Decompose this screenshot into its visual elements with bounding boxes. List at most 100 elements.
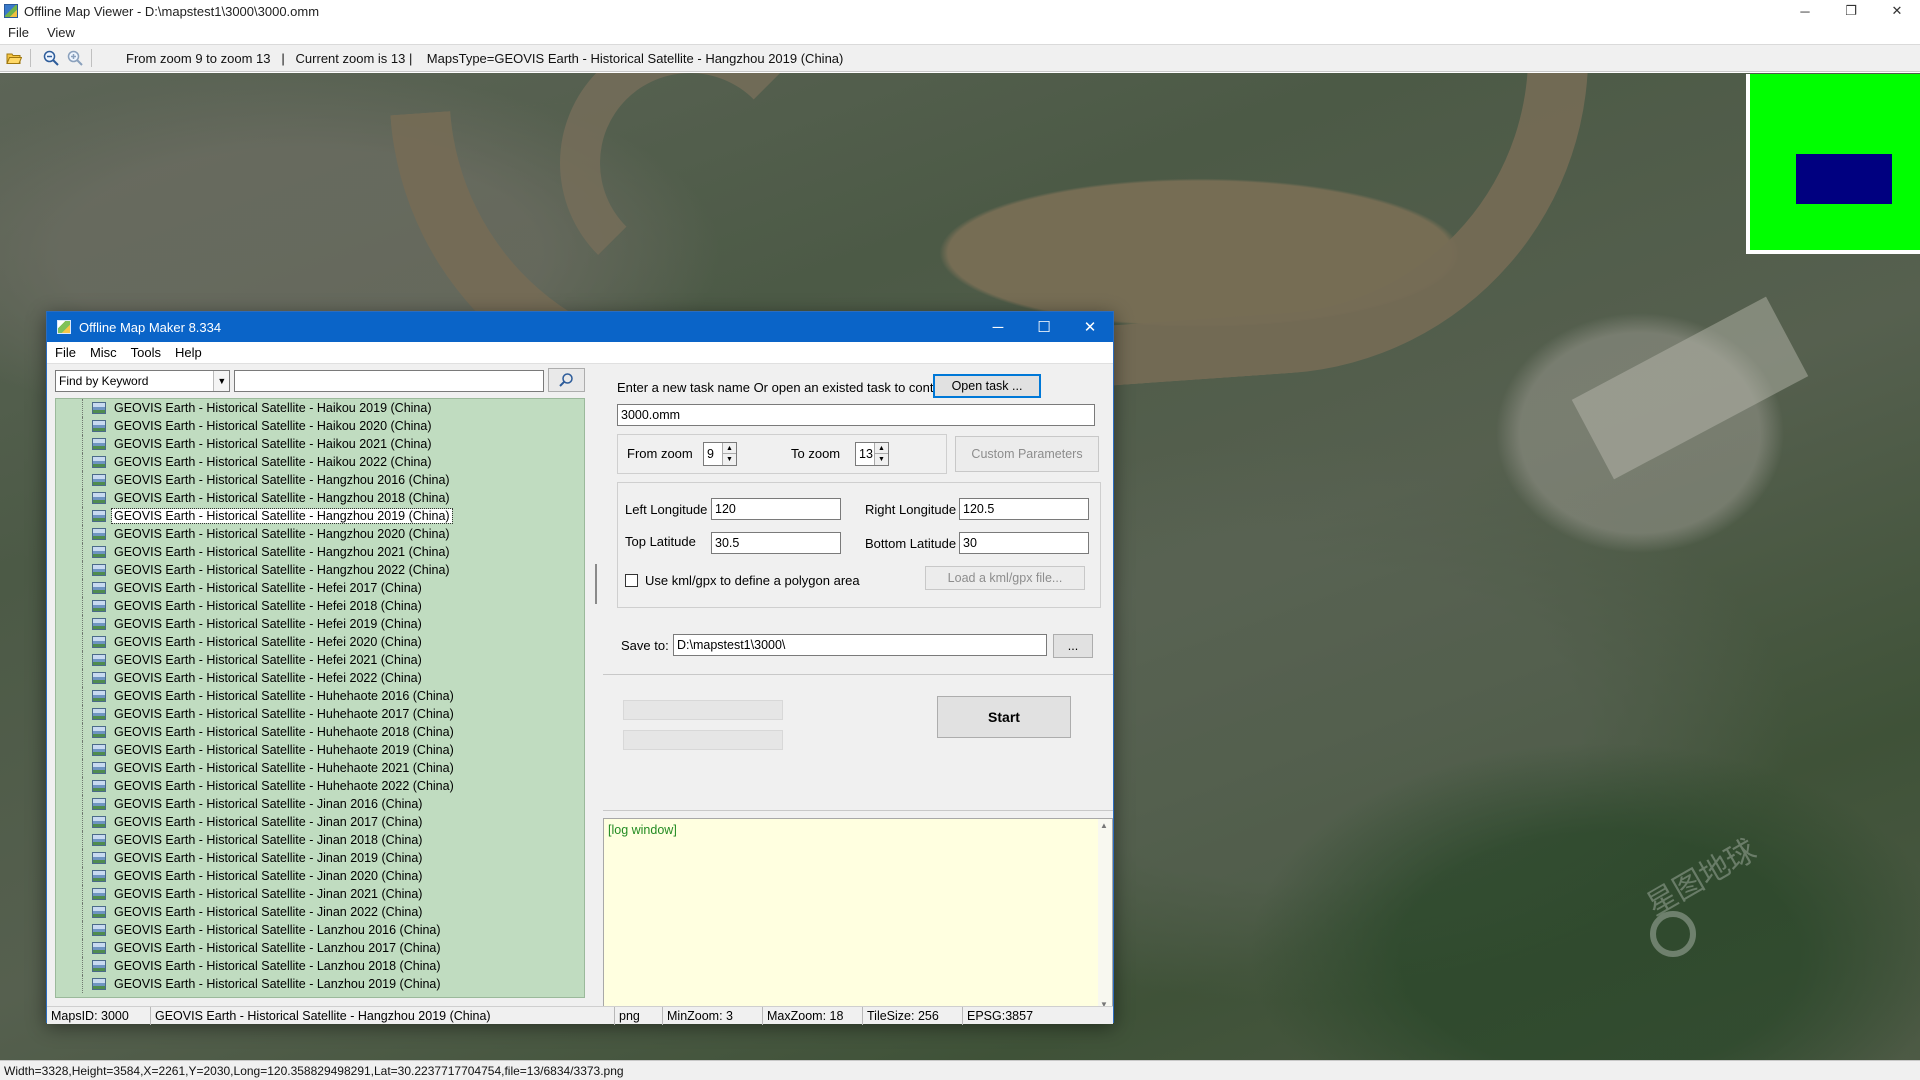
tree-item[interactable]: GEOVIS Earth - Historical Satellite - Ha… [56, 525, 584, 543]
tree-item-label: GEOVIS Earth - Historical Satellite - La… [114, 923, 441, 937]
log-scrollbar[interactable]: ▲ ▼ [1098, 819, 1112, 1011]
spin-down-icon[interactable]: ▼ [722, 454, 736, 465]
close-button[interactable]: ✕ [1874, 0, 1920, 22]
tree-item[interactable]: GEOVIS Earth - Historical Satellite - Hu… [56, 759, 584, 777]
map-type-icon [92, 636, 106, 648]
dialog-title: Offline Map Maker 8.334 [79, 319, 222, 335]
tree-item-label: GEOVIS Earth - Historical Satellite - Ha… [114, 455, 432, 469]
tree-item[interactable]: GEOVIS Earth - Historical Satellite - Ha… [56, 399, 584, 417]
tree-item[interactable]: GEOVIS Earth - Historical Satellite - Ji… [56, 867, 584, 885]
bottom-latitude-input[interactable]: 30 [959, 532, 1089, 554]
open-task-button[interactable]: Open task ... [933, 374, 1041, 398]
dialog-menu-tools[interactable]: Tools [131, 345, 161, 360]
pane-splitter[interactable] [593, 364, 601, 1012]
search-input[interactable] [234, 370, 544, 392]
tree-item[interactable]: GEOVIS Earth - Historical Satellite - Ji… [56, 831, 584, 849]
menu-file[interactable]: File [8, 25, 29, 40]
tree-item[interactable]: GEOVIS Earth - Historical Satellite - He… [56, 579, 584, 597]
tree-item[interactable]: GEOVIS Earth - Historical Satellite - Hu… [56, 705, 584, 723]
dialog-maximize-button[interactable]: ☐ [1021, 312, 1067, 342]
tree-item[interactable]: GEOVIS Earth - Historical Satellite - Ha… [56, 453, 584, 471]
custom-parameters-button[interactable]: Custom Parameters [955, 436, 1099, 472]
restore-button[interactable]: ❐ [1828, 0, 1874, 22]
load-kml-button[interactable]: Load a kml/gpx file... [925, 566, 1085, 590]
search-button[interactable] [547, 368, 585, 392]
from-zoom-spinner[interactable]: 9 ▲ ▼ [703, 442, 737, 466]
tree-item[interactable]: GEOVIS Earth - Historical Satellite - Ha… [56, 471, 584, 489]
tree-item-label: GEOVIS Earth - Historical Satellite - He… [114, 581, 422, 595]
left-longitude-input[interactable]: 120 [711, 498, 841, 520]
right-longitude-input[interactable]: 120.5 [959, 498, 1089, 520]
tree-item[interactable]: GEOVIS Earth - Historical Satellite - La… [56, 921, 584, 939]
tree-item[interactable]: GEOVIS Earth - Historical Satellite - Hu… [56, 687, 584, 705]
tree-item[interactable]: GEOVIS Earth - Historical Satellite - Ha… [56, 417, 584, 435]
dialog-minimize-button[interactable]: ─ [975, 312, 1021, 342]
scroll-up-icon[interactable]: ▲ [1100, 821, 1108, 830]
tree-item[interactable]: GEOVIS Earth - Historical Satellite - Ha… [56, 507, 584, 525]
tree-item[interactable]: GEOVIS Earth - Historical Satellite - Hu… [56, 777, 584, 795]
tree-item-label: GEOVIS Earth - Historical Satellite - Hu… [114, 689, 454, 703]
tree-item[interactable]: GEOVIS Earth - Historical Satellite - He… [56, 597, 584, 615]
spin-up-icon[interactable]: ▲ [722, 443, 736, 454]
tree-item[interactable]: GEOVIS Earth - Historical Satellite - Ha… [56, 489, 584, 507]
toolbar-separator [91, 49, 92, 67]
open-folder-icon[interactable] [4, 48, 24, 68]
spin-up-icon[interactable]: ▲ [874, 443, 888, 454]
dialog-menu-misc[interactable]: Misc [90, 345, 117, 360]
dialog-close-button[interactable]: ✕ [1067, 312, 1113, 342]
dialog-menu-help[interactable]: Help [175, 345, 202, 360]
dialog-app-icon [57, 320, 71, 334]
tree-item[interactable]: GEOVIS Earth - Historical Satellite - La… [56, 975, 584, 993]
log-window[interactable]: [log window] ▲ ▼ [603, 818, 1113, 1012]
divider [603, 810, 1113, 811]
overview-minimap[interactable] [1746, 74, 1920, 254]
zoom-in-icon[interactable] [65, 48, 85, 68]
save-to-input[interactable]: D:\mapstest1\3000\ [673, 634, 1047, 656]
log-text: [log window] [608, 823, 677, 837]
status-maps-id: MapsID: 3000 [47, 1006, 151, 1025]
tree-item[interactable]: GEOVIS Earth - Historical Satellite - La… [56, 957, 584, 975]
overview-viewport-rect[interactable] [1796, 154, 1892, 204]
map-type-tree[interactable]: GEOVIS Earth - Historical Satellite - Ha… [55, 398, 585, 998]
tree-item[interactable]: GEOVIS Earth - Historical Satellite - Ji… [56, 903, 584, 921]
tree-item[interactable]: GEOVIS Earth - Historical Satellite - La… [56, 939, 584, 957]
spin-down-icon[interactable]: ▼ [874, 454, 888, 465]
minimize-button[interactable]: ─ [1782, 0, 1828, 22]
top-latitude-input[interactable]: 30.5 [711, 532, 841, 554]
tree-item-label: GEOVIS Earth - Historical Satellite - Hu… [114, 743, 454, 757]
start-button[interactable]: Start [937, 696, 1071, 738]
status-min-zoom: MinZoom: 3 [663, 1006, 763, 1025]
task-settings-pane: Enter a new task name Or open an existed… [603, 364, 1113, 1012]
tree-item[interactable]: GEOVIS Earth - Historical Satellite - Ji… [56, 795, 584, 813]
tree-item[interactable]: GEOVIS Earth - Historical Satellite - Hu… [56, 723, 584, 741]
menu-view[interactable]: View [47, 25, 75, 40]
tree-item[interactable]: GEOVIS Earth - Historical Satellite - Hu… [56, 741, 584, 759]
task-name-input[interactable]: 3000.omm [617, 404, 1095, 426]
tree-item[interactable]: GEOVIS Earth - Historical Satellite - Ha… [56, 435, 584, 453]
tree-item[interactable]: GEOVIS Earth - Historical Satellite - Ha… [56, 561, 584, 579]
use-kml-checkbox[interactable] [625, 574, 638, 587]
tree-item[interactable]: GEOVIS Earth - Historical Satellite - He… [56, 651, 584, 669]
tree-item[interactable]: GEOVIS Earth - Historical Satellite - Ji… [56, 885, 584, 903]
map-type-icon [92, 924, 106, 936]
tree-item[interactable]: GEOVIS Earth - Historical Satellite - Ha… [56, 543, 584, 561]
find-mode-select[interactable]: Find by Keyword ▼ [55, 370, 231, 392]
map-type-icon [92, 798, 106, 810]
tree-item[interactable]: GEOVIS Earth - Historical Satellite - Ji… [56, 813, 584, 831]
tree-item-label: GEOVIS Earth - Historical Satellite - Ji… [114, 887, 423, 901]
to-zoom-spinner[interactable]: 13 ▲ ▼ [855, 442, 889, 466]
dialog-menu-file[interactable]: File [55, 345, 76, 360]
tree-item[interactable]: GEOVIS Earth - Historical Satellite - He… [56, 615, 584, 633]
splitter-grip[interactable] [595, 564, 597, 604]
tree-item[interactable]: GEOVIS Earth - Historical Satellite - He… [56, 669, 584, 687]
tree-item[interactable]: GEOVIS Earth - Historical Satellite - Ji… [56, 849, 584, 867]
tree-item[interactable]: GEOVIS Earth - Historical Satellite - He… [56, 633, 584, 651]
map-type-icon [92, 960, 106, 972]
browse-button[interactable]: ... [1053, 634, 1093, 658]
chevron-down-icon[interactable]: ▼ [213, 371, 230, 391]
zoom-out-icon[interactable] [41, 48, 61, 68]
viewer-statusbar: Width=3328,Height=3584,X=2261,Y=2030,Lon… [0, 1060, 1920, 1080]
map-list-pane: Find by Keyword ▼ GEOVIS Earth - Histori… [47, 364, 593, 1012]
map-type-icon [92, 582, 106, 594]
map-type-icon [92, 600, 106, 612]
